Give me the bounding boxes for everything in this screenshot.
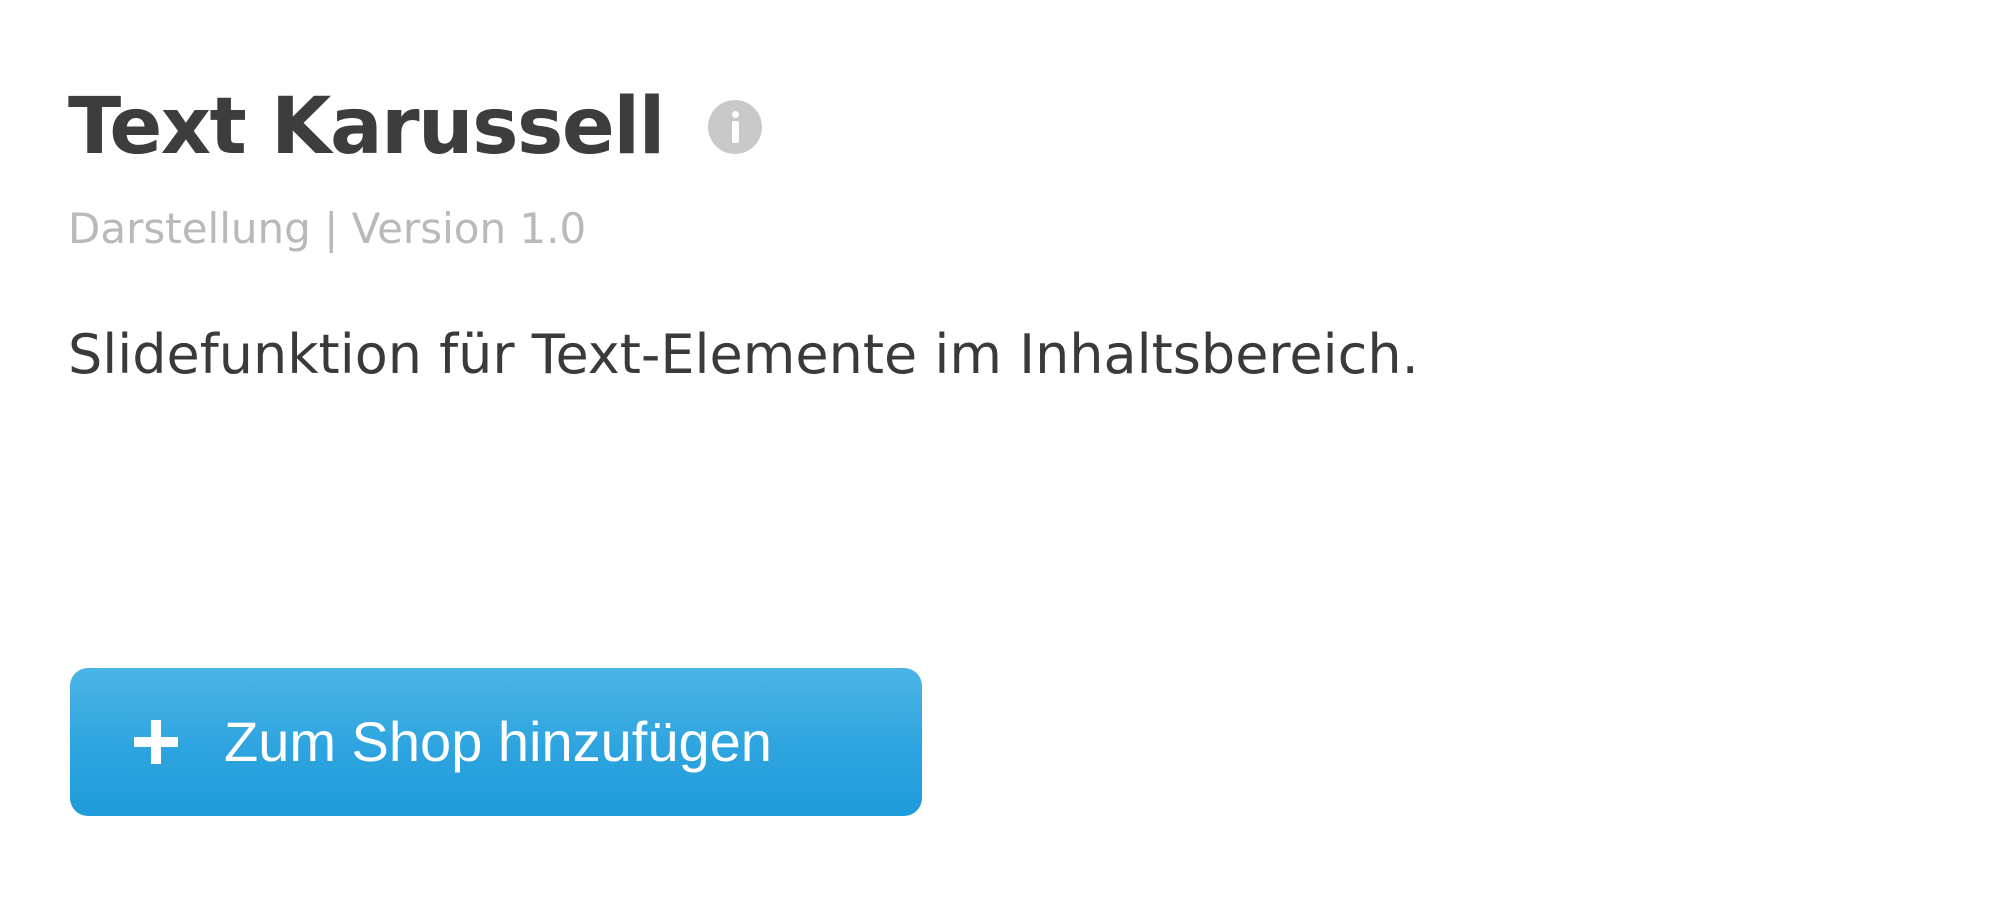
add-to-shop-label: Zum Shop hinzufügen (224, 710, 772, 773)
add-to-shop-button[interactable]: Zum Shop hinzufügen (70, 668, 922, 816)
info-icon[interactable] (707, 100, 762, 154)
plugin-meta: Darstellung | Version 1.0 (68, 204, 587, 253)
plugin-description: Slidefunktion für Text-Elemente im Inhal… (68, 323, 1419, 386)
title-row: Text Karussell (68, 88, 762, 166)
plugin-title: Text Karussell (68, 82, 665, 172)
plus-icon (134, 720, 178, 764)
plugin-card: Text Karussell Darstellung | Version 1.0… (0, 0, 2000, 900)
